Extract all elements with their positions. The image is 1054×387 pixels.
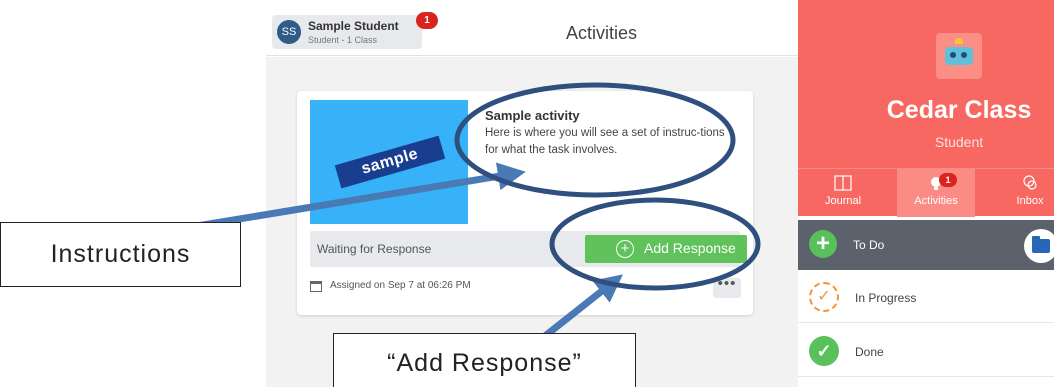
activity-thumbnail[interactable]: sample [310, 100, 468, 224]
page-title: Activities [566, 23, 638, 43]
class-name: Cedar Class [886, 96, 1032, 124]
section-done[interactable]: ✓ Done [798, 327, 1054, 377]
plus-circle-icon: + [616, 240, 634, 258]
thumbnail-label: sample [334, 135, 446, 189]
calendar-icon [310, 281, 322, 292]
instructions-callout: Instructions [0, 222, 241, 287]
user-name: Sample Student [308, 19, 399, 33]
section-todo[interactable]: + To Do [798, 220, 1054, 270]
notification-badge[interactable]: 1 [416, 12, 438, 29]
add-response-button[interactable]: + Add Response [585, 235, 747, 263]
add-response-label: Add Response [644, 240, 736, 256]
done-label: Done [855, 345, 884, 359]
class-header: Cedar Class Student [798, 0, 1054, 168]
folder-button[interactable] [1024, 229, 1054, 263]
tab-activities[interactable]: 1 Activities [897, 169, 975, 217]
more-options-button[interactable]: ••• [713, 276, 741, 298]
in-progress-label: In Progress [855, 291, 917, 305]
section-in-progress[interactable]: ✓ In Progress [798, 273, 1054, 323]
assigned-date: Assigned on Sep 7 at 06:26 PM [330, 280, 471, 291]
activity-card[interactable]: sample Sample activity Here is where you… [297, 91, 753, 315]
tab-journal-label: Journal [824, 195, 862, 207]
book-icon [834, 175, 852, 191]
in-progress-icon: ✓ [809, 282, 839, 312]
response-status-bar: Waiting for Response + Add Response [310, 231, 747, 267]
todo-label: To Do [853, 238, 885, 252]
avatar: SS [277, 20, 301, 44]
folder-icon [1032, 239, 1050, 253]
activity-title: Sample activity [485, 108, 580, 123]
user-subtitle: Student - 1 Class [308, 35, 378, 45]
chat-bubbles-icon [1023, 175, 1037, 190]
class-sidebar: Cedar Class Student Journal 1 Activities… [798, 0, 1054, 387]
class-nav: Journal 1 Activities Inbox [798, 168, 1054, 217]
user-chip[interactable]: SS Sample Student Student - 1 Class [272, 15, 422, 49]
status-text: Waiting for Response [317, 242, 432, 256]
tab-inbox[interactable]: Inbox [995, 169, 1054, 217]
tab-journal[interactable]: Journal [808, 169, 878, 217]
tab-inbox-label: Inbox [1016, 195, 1044, 207]
plus-icon: + [809, 230, 837, 258]
checkmark-icon: ✓ [809, 336, 839, 366]
tab-activities-label: Activities [914, 195, 958, 207]
class-role: Student [934, 134, 984, 150]
top-header: SS Sample Student Student - 1 Class 1 Ac… [266, 0, 798, 56]
robot-logo-icon [936, 33, 982, 79]
activity-instructions: Here is where you will see a set of inst… [485, 127, 725, 156]
add-response-callout: “Add Response” [333, 333, 636, 387]
activities-badge: 1 [939, 173, 957, 187]
